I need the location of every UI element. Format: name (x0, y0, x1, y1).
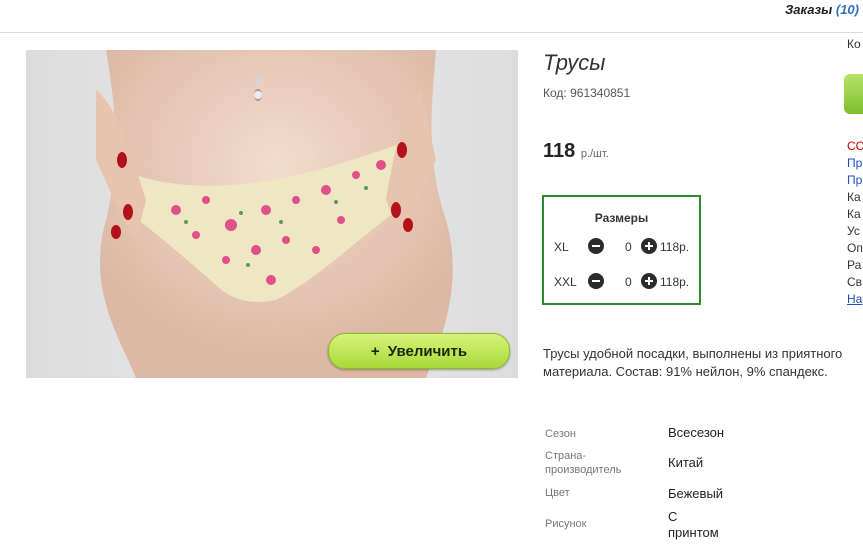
product-code: Код: 961340851 (543, 86, 630, 100)
sizes-panel: Размеры XL 0 118р. XXL 0 118р. (542, 195, 701, 305)
side-spacer (847, 70, 863, 87)
orders-count: (10) (835, 2, 859, 17)
size-qty: 0 (625, 275, 632, 289)
size-name: XL (554, 240, 569, 254)
side-panel: Ко СС Пр Пр Ка Ка Ус Оп Ра Св На (847, 36, 863, 308)
side-line: Ра (847, 258, 862, 272)
side-line[interactable]: Пр (847, 155, 863, 172)
top-bar: Заказы (10) (0, 0, 863, 33)
product-title: Трусы (543, 50, 606, 75)
size-price: 118р. (660, 240, 690, 254)
zoom-button-label: Увеличить (387, 342, 468, 360)
side-line: Ко (847, 37, 861, 51)
side-spacer (847, 87, 863, 104)
product-image (96, 50, 453, 378)
side-line[interactable]: Пр (847, 172, 863, 189)
property-label: Цвет (545, 487, 570, 499)
property-value: С принтом (668, 509, 719, 540)
side-spacer (847, 104, 863, 121)
plus-icon[interactable] (641, 273, 657, 289)
orders-label: Заказы (784, 2, 833, 17)
side-spacer (847, 53, 863, 70)
size-row-xl: XL 0 118р. (554, 238, 699, 256)
plus-icon[interactable] (641, 238, 657, 254)
product-price: 118 р./шт. (543, 140, 609, 163)
side-line: Ус (847, 224, 860, 238)
property-value: Всесезон (668, 425, 725, 440)
product-description: Трусы удобной посадки, выполнены из прия… (543, 346, 843, 379)
property-label: Сезон (545, 428, 576, 440)
property-value: Китай (668, 455, 704, 470)
minus-icon[interactable] (588, 238, 604, 254)
plus-icon: + (370, 342, 380, 360)
side-line: Св (847, 275, 863, 289)
property-label: Страна-производитель (545, 450, 622, 476)
product-photo[interactable]: + Увеличить (26, 50, 518, 378)
orders-link[interactable]: Заказы (10) (785, 2, 859, 17)
size-row-xxl: XXL 0 118р. (554, 273, 699, 291)
side-line: Оп (847, 241, 863, 255)
side-link[interactable]: На (847, 291, 863, 308)
zoom-button[interactable]: + Увеличить (328, 333, 510, 369)
code-value: 961340851 (570, 86, 631, 100)
side-line: Ка (847, 207, 861, 221)
size-qty: 0 (625, 240, 632, 254)
property-value: Бежевый (668, 486, 724, 501)
side-line: Ка (847, 190, 861, 204)
size-name: XXL (554, 275, 577, 289)
property-label: Рисунок (545, 518, 587, 530)
price-unit: р./шт. (580, 148, 609, 160)
side-spacer (847, 121, 863, 138)
size-price: 118р. (660, 275, 690, 289)
side-line[interactable]: СС (847, 138, 863, 155)
sizes-title: Размеры (594, 211, 649, 225)
price-value: 118 (543, 140, 576, 162)
minus-icon[interactable] (588, 273, 604, 289)
code-label: Код: (543, 86, 567, 100)
